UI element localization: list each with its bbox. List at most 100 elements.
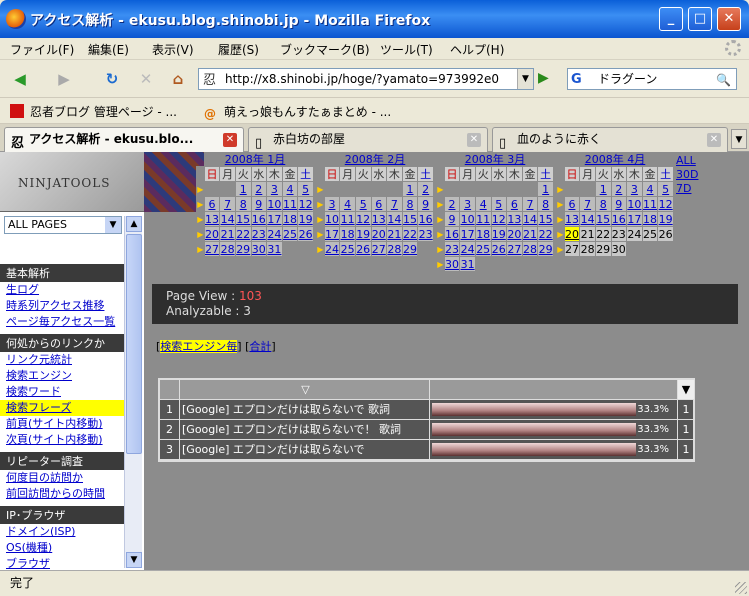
sidebar-link[interactable]: 次頁(サイト内移動) xyxy=(0,432,124,448)
menu-view[interactable]: 表示(V) xyxy=(152,41,194,58)
calendar-day[interactable]: 4 xyxy=(281,181,299,197)
calendar-day[interactable]: 21 xyxy=(521,226,539,242)
calendar-day[interactable]: 21 xyxy=(219,226,236,242)
calendar-day[interactable]: 8 xyxy=(234,196,252,212)
calendar-day[interactable]: 13 xyxy=(203,211,221,227)
menu-bookmarks[interactable]: ブックマーク(B) xyxy=(280,41,370,58)
sidebar-link[interactable]: 検索フレーズ xyxy=(0,400,124,416)
week-arrow-icon[interactable]: ▶ xyxy=(316,241,325,257)
calendar-day[interactable]: 3 xyxy=(459,196,476,212)
reload-icon[interactable]: ↻ xyxy=(100,67,124,91)
range-7d-link[interactable]: 7D xyxy=(676,182,698,196)
calendar-day[interactable]: 2 xyxy=(250,181,268,197)
calendar-day[interactable]: 20 xyxy=(563,226,581,242)
calendar-day[interactable]: 29 xyxy=(537,241,554,257)
calendar-day[interactable]: 4 xyxy=(641,181,659,197)
sort-count-icon[interactable]: ▼ xyxy=(678,380,694,399)
calendar-day[interactable]: 9 xyxy=(443,211,461,227)
bookmark-ninja-blog[interactable]: 忍者ブログ 管理ページ - ... xyxy=(10,103,177,120)
url-bar[interactable]: 忍 http://x8.shinobi.jp/hoge/?yamato=9739… xyxy=(198,68,534,90)
calendar-day[interactable]: 27 xyxy=(370,241,388,257)
week-arrow-icon[interactable]: ▶ xyxy=(556,196,565,212)
go-icon[interactable]: ▶ xyxy=(538,70,556,88)
calendar-day[interactable]: 31 xyxy=(459,256,476,272)
week-arrow-icon[interactable]: ▶ xyxy=(196,241,205,257)
maximize-button[interactable]: □ xyxy=(688,7,712,31)
calendar-day[interactable]: 1 xyxy=(234,181,252,197)
calendar-day[interactable]: 15 xyxy=(537,211,554,227)
resize-grip-icon[interactable] xyxy=(735,582,747,594)
calendar-day[interactable]: 15 xyxy=(594,211,612,227)
google-icon[interactable]: G xyxy=(571,70,587,87)
calendar-day[interactable]: 11 xyxy=(281,196,299,212)
week-arrow-icon[interactable]: ▶ xyxy=(316,181,325,197)
week-arrow-icon[interactable]: ▶ xyxy=(196,211,205,227)
calendar-day[interactable]: 23 xyxy=(250,226,268,242)
url-dropdown-icon[interactable]: ▼ xyxy=(517,69,533,89)
search-input[interactable]: G ドラグーン 🔍 xyxy=(567,68,737,90)
close-button[interactable]: ✕ xyxy=(717,7,741,31)
calendar-day[interactable]: 26 xyxy=(354,241,372,257)
calendar-day[interactable]: 6 xyxy=(203,196,221,212)
week-arrow-icon[interactable]: ▶ xyxy=(556,226,565,242)
calendar-day[interactable]: 17 xyxy=(626,211,643,227)
week-arrow-icon[interactable]: ▶ xyxy=(436,196,445,212)
calendar-day[interactable]: 8 xyxy=(401,196,419,212)
calendar-day[interactable]: 19 xyxy=(354,226,372,242)
calendar-day[interactable]: 16 xyxy=(250,211,268,227)
week-arrow-icon[interactable]: ▶ xyxy=(316,211,325,227)
calendar-day[interactable]: 11 xyxy=(339,211,356,227)
menu-history[interactable]: 履歴(S) xyxy=(218,41,259,58)
week-arrow-icon[interactable]: ▶ xyxy=(436,241,445,257)
calendar-month-title[interactable]: 2008年 4月 xyxy=(556,154,674,166)
calendar-day[interactable]: 30 xyxy=(443,256,461,272)
calendar-day[interactable]: 24 xyxy=(323,241,341,257)
calendar-day[interactable]: 26 xyxy=(297,226,314,242)
calendar-day[interactable]: 8 xyxy=(594,196,612,212)
calendar-day[interactable]: 12 xyxy=(354,211,372,227)
home-icon[interactable]: ⌂ xyxy=(166,67,190,91)
calendar-day[interactable]: 25 xyxy=(281,226,299,242)
tab-akashiro[interactable]: ▯ 赤白坊の部屋 ✕ xyxy=(248,127,488,152)
calendar-day[interactable]: 5 xyxy=(657,181,674,197)
calendar-day[interactable]: 23 xyxy=(443,241,461,257)
calendar-day[interactable]: 17 xyxy=(323,226,341,242)
calendar-day[interactable]: 7 xyxy=(219,196,236,212)
calendar-day[interactable]: 20 xyxy=(506,226,523,242)
sidebar-link[interactable]: 検索ワード xyxy=(0,384,124,400)
week-arrow-icon[interactable]: ▶ xyxy=(436,211,445,227)
calendar-month-title[interactable]: 2008年 3月 xyxy=(436,154,554,166)
calendar-day[interactable]: 27 xyxy=(506,241,523,257)
calendar-day[interactable]: 17 xyxy=(266,211,283,227)
week-arrow-icon[interactable]: ▶ xyxy=(196,196,205,212)
calendar-day[interactable]: 9 xyxy=(417,196,434,212)
filter-total-link[interactable]: 合計 xyxy=(249,340,271,353)
filter-by-engine-link[interactable]: 検索エンジン毎 xyxy=(160,340,238,353)
calendar-day[interactable]: 19 xyxy=(490,226,508,242)
calendar-day[interactable]: 1 xyxy=(401,181,419,197)
week-arrow-icon[interactable]: ▶ xyxy=(436,256,445,272)
tab-access-analysis[interactable]: 忍アクセス解析 - ekusu.blo... ✕ xyxy=(4,127,244,153)
stop-icon[interactable]: ✕ xyxy=(134,67,158,91)
calendar-day[interactable]: 15 xyxy=(401,211,419,227)
calendar-day[interactable]: 9 xyxy=(610,196,628,212)
calendar-day[interactable]: 1 xyxy=(594,181,612,197)
tab-close-icon[interactable]: ✕ xyxy=(707,133,721,147)
calendar-day[interactable]: 28 xyxy=(386,241,403,257)
forward-icon[interactable]: ▶ xyxy=(52,67,76,91)
calendar-day[interactable]: 4 xyxy=(339,196,356,212)
calendar-day[interactable]: 7 xyxy=(521,196,539,212)
calendar-day[interactable]: 10 xyxy=(626,196,643,212)
calendar-day[interactable]: 12 xyxy=(657,196,674,212)
calendar-month-title[interactable]: 2008年 2月 xyxy=(316,154,434,166)
calendar-month-title[interactable]: 2008年 1月 xyxy=(196,154,314,166)
sidebar-link[interactable]: リンク元統計 xyxy=(0,352,124,368)
calendar-day[interactable]: 11 xyxy=(474,211,492,227)
scroll-up-icon[interactable]: ▲ xyxy=(126,216,142,232)
calendar-day[interactable]: 10 xyxy=(459,211,476,227)
calendar-day[interactable]: 16 xyxy=(417,211,434,227)
back-icon[interactable]: ◀ xyxy=(8,67,32,91)
sidebar-link[interactable]: 前回訪問からの時間 xyxy=(0,486,124,502)
calendar-day[interactable]: 24 xyxy=(459,241,476,257)
calendar-day[interactable]: 5 xyxy=(490,196,508,212)
